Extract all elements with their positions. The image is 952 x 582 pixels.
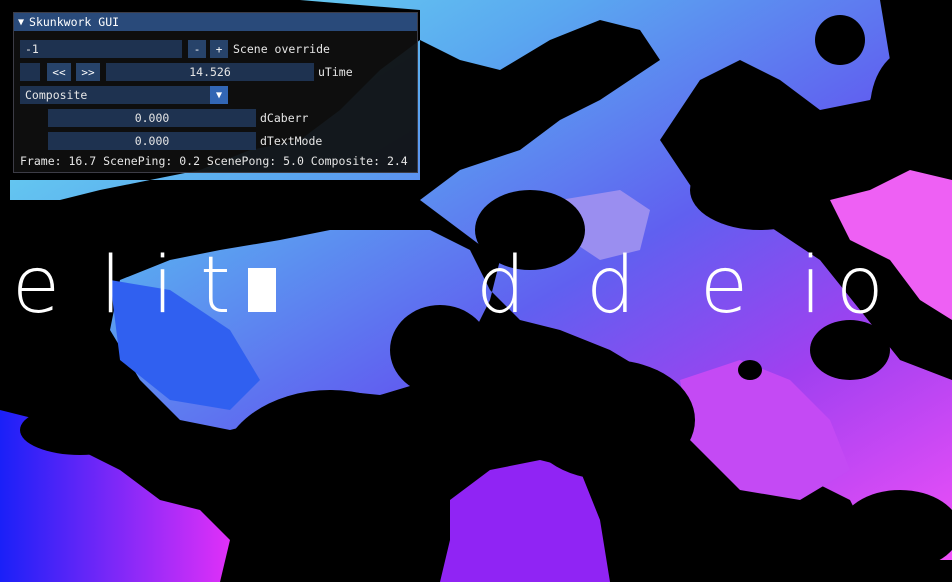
skunkwork-gui-window[interactable]: ▼ Skunkwork GUI -1 - + Scene override <<… xyxy=(13,12,418,173)
svg-text:d: d xyxy=(476,241,526,331)
dcaberr-slider[interactable]: 0.000 xyxy=(48,109,256,127)
utime-forward-button[interactable]: >> xyxy=(76,63,100,81)
scene-override-increment-button[interactable]: + xyxy=(210,40,228,58)
window-title-bar[interactable]: ▼ Skunkwork GUI xyxy=(14,13,417,31)
svg-text:l: l xyxy=(100,241,122,331)
utime-color-swatch[interactable] xyxy=(20,63,40,81)
triangle-down-icon[interactable]: ▼ xyxy=(18,17,24,28)
dcaberr-label: dCaberr xyxy=(260,111,309,125)
timing-stats: Frame: 16.7 ScenePing: 0.2 ScenePong: 5.… xyxy=(20,154,408,168)
svg-text:i: i xyxy=(800,241,822,331)
utime-label: uTime xyxy=(318,65,353,79)
svg-text:t: t xyxy=(200,241,231,331)
pass-select-combo[interactable]: Composite ▼ xyxy=(20,86,228,104)
dtextmode-slider[interactable]: 0.000 xyxy=(48,132,256,150)
svg-text:i: i xyxy=(152,241,174,331)
svg-text:e: e xyxy=(12,241,60,331)
svg-text:d: d xyxy=(586,241,636,331)
scene-override-input[interactable]: -1 xyxy=(20,40,182,58)
scene-override-decrement-button[interactable]: - xyxy=(188,40,206,58)
pass-select-value: Composite xyxy=(25,88,88,102)
svg-text:e: e xyxy=(700,241,748,331)
dtextmode-label: dTextMode xyxy=(260,134,323,148)
window-title: Skunkwork GUI xyxy=(29,15,120,29)
utime-slider[interactable]: 14.526 xyxy=(106,63,314,81)
utime-rewind-button[interactable]: << xyxy=(47,63,71,81)
svg-text:o: o xyxy=(836,241,884,331)
triangle-down-icon[interactable]: ▼ xyxy=(210,86,228,104)
scene-override-label: Scene override xyxy=(233,42,330,56)
